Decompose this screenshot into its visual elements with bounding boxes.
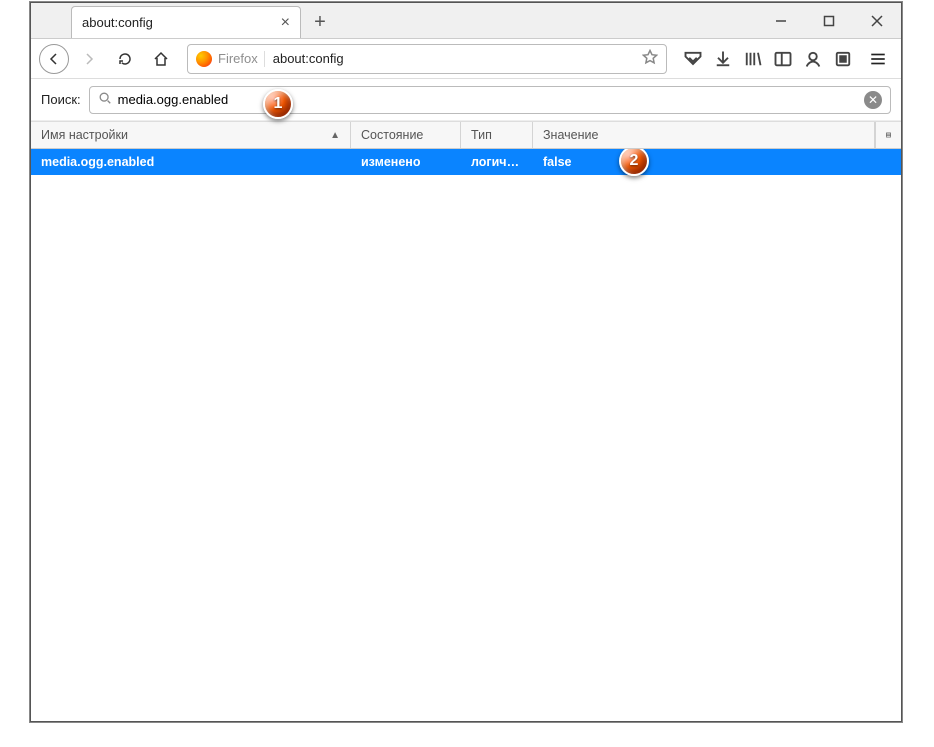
- maximize-button[interactable]: [805, 3, 853, 38]
- forward-button[interactable]: [73, 43, 105, 75]
- column-picker-button[interactable]: [875, 122, 901, 148]
- home-button[interactable]: [145, 43, 177, 75]
- search-label: Поиск:: [41, 92, 81, 107]
- column-header-state[interactable]: Состояние: [351, 122, 461, 148]
- url-text: about:config: [273, 51, 634, 66]
- config-rows: media.ogg.enabled изменено логичес... fa…: [31, 149, 901, 721]
- menu-button[interactable]: [863, 50, 893, 68]
- browser-tab[interactable]: about:config ×: [71, 6, 301, 38]
- back-button[interactable]: [39, 44, 69, 74]
- column-header-type-label: Тип: [471, 128, 492, 142]
- downloads-icon[interactable]: [713, 49, 733, 69]
- search-input[interactable]: [118, 92, 858, 107]
- tab-title: about:config: [82, 15, 273, 30]
- extension-icon[interactable]: [833, 49, 853, 69]
- url-bar[interactable]: Firefox about:config: [187, 44, 667, 74]
- pref-value: false: [533, 155, 901, 169]
- pref-name: media.ogg.enabled: [31, 155, 351, 169]
- column-header-name-label: Имя настройки: [41, 128, 128, 142]
- pref-state: изменено: [351, 155, 461, 169]
- sort-ascending-icon: ▲: [330, 130, 340, 141]
- column-header-name[interactable]: Имя настройки ▲: [31, 122, 351, 148]
- library-icon[interactable]: [743, 49, 763, 69]
- config-row[interactable]: media.ogg.enabled изменено логичес... fa…: [31, 149, 901, 175]
- pocket-save-icon[interactable]: [683, 49, 703, 69]
- toolbar-icons: [683, 49, 853, 69]
- bookmark-star-icon[interactable]: [642, 49, 658, 68]
- nav-toolbar: Firefox about:config: [31, 39, 901, 79]
- firefox-logo-icon: [196, 51, 212, 67]
- account-icon[interactable]: [803, 49, 823, 69]
- config-search-row: Поиск: ✕ 1: [31, 79, 901, 121]
- column-header-type[interactable]: Тип: [461, 122, 533, 148]
- sidebar-icon[interactable]: [773, 49, 793, 69]
- pref-type: логичес...: [461, 155, 533, 169]
- browser-window: about:config × + Firefox about:config: [30, 2, 902, 722]
- identity-box[interactable]: Firefox: [196, 51, 265, 67]
- new-tab-button[interactable]: +: [303, 6, 337, 38]
- tab-strip: about:config × +: [31, 3, 901, 39]
- config-table-header: Имя настройки ▲ Состояние Тип Значение: [31, 121, 901, 149]
- close-window-button[interactable]: [853, 3, 901, 38]
- column-header-value[interactable]: Значение: [533, 122, 875, 148]
- window-controls: [757, 3, 901, 38]
- close-tab-icon[interactable]: ×: [281, 14, 290, 32]
- reload-button[interactable]: [109, 43, 141, 75]
- search-icon: [98, 91, 112, 108]
- column-header-value-label: Значение: [543, 128, 598, 142]
- clear-search-icon[interactable]: ✕: [864, 91, 882, 109]
- minimize-button[interactable]: [757, 3, 805, 38]
- search-box[interactable]: ✕: [89, 86, 891, 114]
- tab-spacer: [31, 3, 71, 38]
- column-header-state-label: Состояние: [361, 128, 423, 142]
- identity-label: Firefox: [218, 51, 258, 66]
